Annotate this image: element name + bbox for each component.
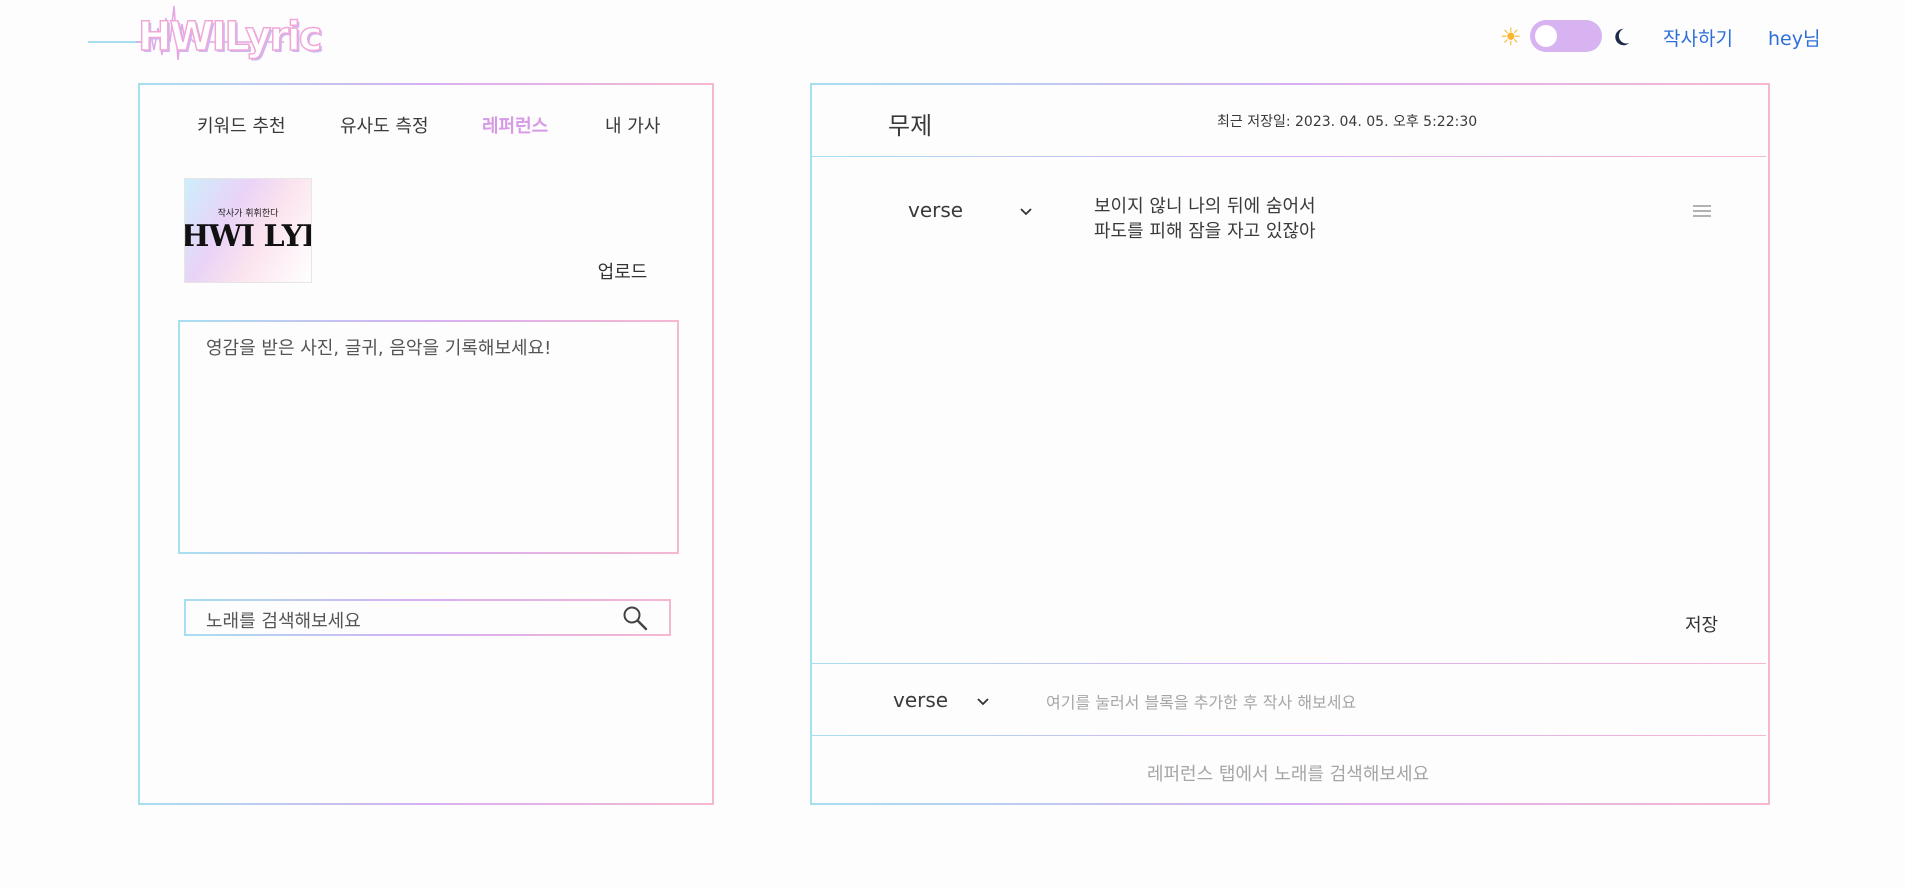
logo[interactable]: HWILyric (137, 13, 323, 61)
memo-placeholder: 영감을 받은 사진, 글귀, 음악을 기록해보세요! (206, 338, 552, 359)
tab-reference[interactable]: 레퍼런스 (482, 112, 548, 138)
chevron-down-icon (1020, 208, 1033, 216)
nav-user-link[interactable]: hey님 (1768, 24, 1820, 51)
reference-image-title: HWI LYRI (184, 219, 311, 254)
save-button[interactable]: 저장 (1653, 607, 1750, 644)
last-saved-text: 최근 저장일: 2023. 04. 05. 오후 5:22:30 (1217, 114, 1478, 130)
new-block-section-select[interactable]: verse (893, 688, 990, 712)
editor-divider (812, 663, 1766, 664)
lyric-line: 보이지 않니 나의 뒤에 숨어서 (1094, 196, 1316, 217)
drag-handle-icon[interactable] (1692, 203, 1712, 219)
chevron-down-icon (977, 698, 990, 706)
lyric-block[interactable]: 보이지 않니 나의 뒤에 숨어서 파도를 피해 잠을 자고 있잖아 (1094, 194, 1316, 244)
new-block-section-value: verse (893, 688, 949, 712)
song-title[interactable]: 무제 (888, 106, 932, 141)
search-placeholder: 노래를 검색해보세요 (206, 611, 361, 632)
reference-image-caption: 작사가 휘휘한다 (217, 209, 279, 219)
moon-icon (1615, 28, 1630, 46)
upload-button[interactable]: 업로드 (574, 253, 671, 292)
tab-keyword[interactable]: 키워드 추천 (197, 112, 286, 138)
footer-divider (812, 735, 1766, 736)
theme-toggle[interactable] (1530, 20, 1602, 52)
search-icon[interactable] (621, 604, 649, 632)
section-select[interactable]: verse (908, 198, 1033, 222)
song-search-input[interactable]: 노래를 검색해보세요 (184, 599, 671, 636)
lyric-line: 파도를 피해 잠을 자고 있잖아 (1094, 221, 1316, 242)
add-block-input[interactable]: 여기를 눌러서 블록을 추가한 후 작사 해보세요 (1046, 689, 1356, 713)
memo-textarea[interactable]: 영감을 받은 사진, 글귀, 음악을 기록해보세요! (178, 320, 679, 554)
section-select-value: verse (908, 198, 964, 222)
nav-write-link[interactable]: 작사하기 (1663, 24, 1733, 51)
toggle-knob (1535, 25, 1557, 47)
sun-icon: ☀ (1500, 23, 1522, 51)
header-divider (812, 156, 1766, 157)
tab-similarity[interactable]: 유사도 측정 (340, 112, 429, 138)
reference-hint-text: 레퍼런스 탭에서 노래를 검색해보세요 (1146, 764, 1430, 785)
reference-image: 작사가 휘휘한다 HWI LYRI (184, 178, 312, 283)
tab-my-lyrics[interactable]: 내 가사 (605, 112, 660, 138)
